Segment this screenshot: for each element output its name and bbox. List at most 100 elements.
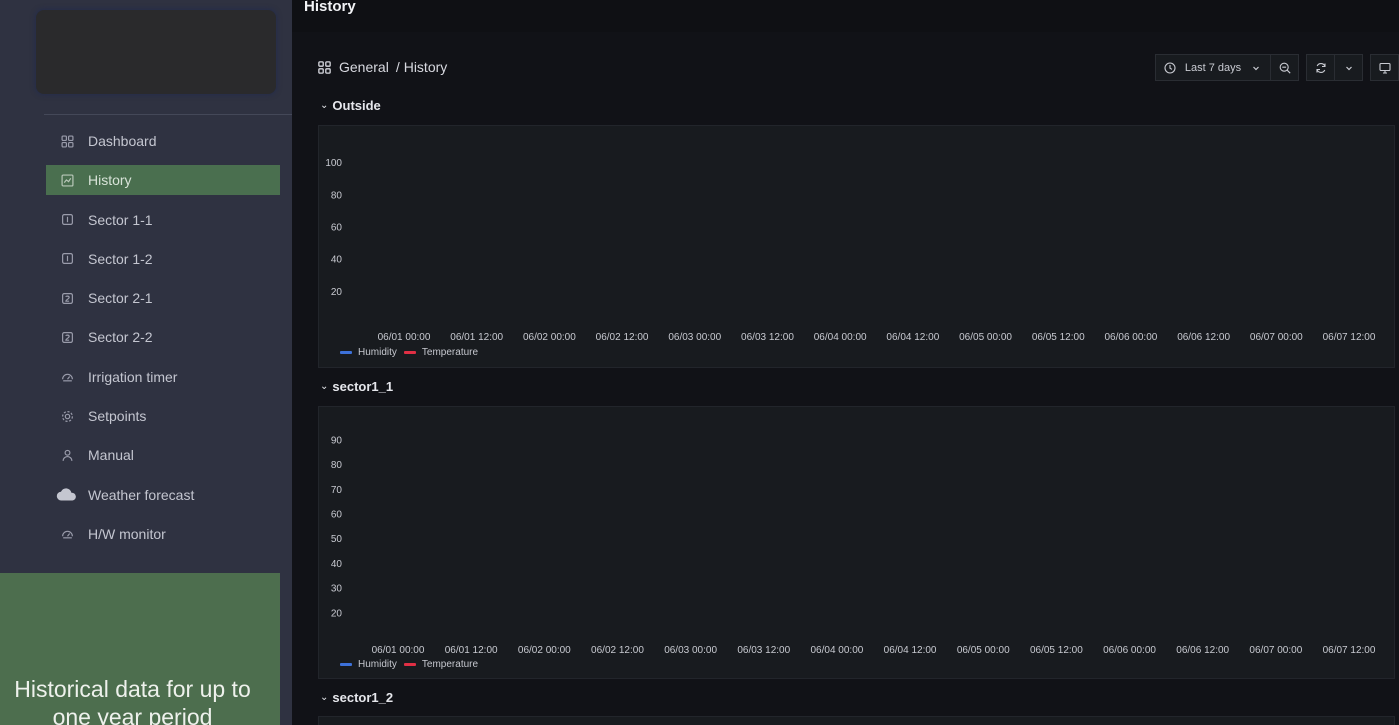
sidebar-divider xyxy=(44,114,292,115)
grid-icon xyxy=(46,134,88,148)
user-icon xyxy=(46,449,88,462)
x-tick-label: 06/06 12:00 xyxy=(1176,645,1229,656)
chevron-down-icon: ⌄ xyxy=(320,100,329,111)
refresh-button[interactable] xyxy=(1306,54,1335,81)
row-title: Outside xyxy=(332,98,381,113)
chevron-down-icon xyxy=(1345,66,1352,70)
x-tick-label: 06/07 12:00 xyxy=(1323,332,1376,343)
chart-legend: Humidity Temperature xyxy=(340,659,485,670)
x-tick-label: 06/07 00:00 xyxy=(1249,645,1302,656)
row-header-sector1-2[interactable]: ⌄ sector1_2 xyxy=(320,690,393,705)
x-tick-label: 06/05 00:00 xyxy=(959,332,1012,343)
legend-label: Temperature xyxy=(421,347,479,358)
tv-mode-button[interactable] xyxy=(1370,54,1399,81)
y-tick-label: 100 xyxy=(325,158,342,169)
row-header-sector1-1[interactable]: ⌄ sector1_1 xyxy=(320,379,393,394)
refresh-icon xyxy=(1315,62,1326,73)
legend-item-humidity[interactable]: Humidity xyxy=(340,347,397,358)
y-tick-label: 90 xyxy=(331,435,343,446)
sidebar-item-label: Setpoints xyxy=(88,408,147,425)
sidebar-item-irrigation-timer[interactable]: Irrigation timer xyxy=(46,362,280,392)
zoom-out-button[interactable] xyxy=(1270,54,1299,81)
gauge-icon xyxy=(46,370,88,383)
x-tick-label: 06/01 00:00 xyxy=(378,332,431,343)
legend-label: Humidity xyxy=(358,659,397,670)
page-title: History xyxy=(304,0,356,15)
main-area: History General / History Last 7 days ⌄ … xyxy=(292,0,1399,725)
sidebar-nav: Dashboard History Sector 1-1 Sector 1-2 Sect… xyxy=(46,126,280,558)
time-range-label: Last 7 days xyxy=(1184,61,1242,74)
x-tick-label: 06/02 12:00 xyxy=(591,645,644,656)
breadcrumb-separator: / xyxy=(395,59,400,75)
x-tick-label: 06/06 12:00 xyxy=(1177,332,1230,343)
sidebar-item-label: Sector 1-2 xyxy=(88,250,153,267)
sidebar: Dashboard History Sector 1-1 Sector 1-2 Sect… xyxy=(0,0,292,725)
sidebar-item-sector-2-1[interactable]: Sector 2-1 xyxy=(46,283,280,313)
sector-1-icon xyxy=(46,252,88,265)
row-title: sector1_2 xyxy=(332,690,394,705)
x-tick-label: 06/03 00:00 xyxy=(664,645,717,656)
chart-panel-outside[interactable]: 20 40 60 80 100 06/01 00:00 06/01 12:00 06/02 0… xyxy=(318,125,1395,368)
x-tick-label: 06/05 12:00 xyxy=(1032,332,1085,343)
promo-line-2: one year period xyxy=(52,704,213,725)
top-bar: History xyxy=(292,0,1399,32)
sidebar-item-label: H/W monitor xyxy=(88,525,166,542)
sidebar-item-label: Sector 2-2 xyxy=(88,329,153,346)
x-tick-label: 06/03 12:00 xyxy=(737,645,790,656)
line-chart: 20 30 40 50 60 70 80 90 06/01 00:00 06/01 12:00 06… xyxy=(331,435,1376,656)
sidebar-item-setpoints[interactable]: Setpoints xyxy=(46,401,280,431)
chart-panel-sector1-1[interactable]: 20 30 40 50 60 70 80 90 06/01 00:00 06/01 12:00 06… xyxy=(318,406,1395,679)
promo-text: Historical data for up to one year perio… xyxy=(0,675,265,725)
sector-2-icon xyxy=(46,331,88,344)
x-tick-label: 06/04 00:00 xyxy=(811,645,864,656)
sidebar-item-weather-forecast[interactable]: Weather forecast xyxy=(46,480,280,510)
breadcrumb-folder[interactable]: General xyxy=(339,59,389,75)
promo-banner: Historical data for up to one year perio… xyxy=(0,573,280,725)
chart-icon xyxy=(46,174,88,187)
legend-item-temperature[interactable]: Temperature xyxy=(403,347,479,358)
chart-panel-sector1-2[interactable] xyxy=(318,716,1395,725)
sidebar-item-h-w-monitor[interactable]: H/W monitor xyxy=(46,519,280,549)
legend-label: Temperature xyxy=(421,659,479,670)
zoom-out-icon xyxy=(1279,62,1291,74)
time-range-picker[interactable]: Last 7 days xyxy=(1155,54,1271,81)
x-tick-label: 06/03 00:00 xyxy=(668,332,721,343)
x-tick-label: 06/04 12:00 xyxy=(886,332,939,343)
x-tick-label: 06/06 00:00 xyxy=(1103,645,1156,656)
promo-line-1: Historical data for up to xyxy=(14,676,251,702)
sidebar-item-label: Sector 1-1 xyxy=(88,211,153,228)
sidebar-item-sector-2-2[interactable]: Sector 2-2 xyxy=(46,322,280,352)
legend-item-temperature[interactable]: Temperature xyxy=(403,659,479,670)
x-tick-label: 06/04 12:00 xyxy=(884,645,937,656)
sidebar-item-label: History xyxy=(88,172,132,189)
x-tick-label: 06/02 00:00 xyxy=(518,645,571,656)
sidebar-item-dashboard[interactable]: Dashboard xyxy=(46,126,280,156)
row-header-outside[interactable]: ⌄ Outside xyxy=(320,98,381,113)
x-tick-label: 06/04 00:00 xyxy=(814,332,867,343)
x-tick-label: 06/02 12:00 xyxy=(596,332,649,343)
x-tick-label: 06/01 12:00 xyxy=(450,332,503,343)
chevron-down-icon xyxy=(1253,66,1259,70)
refresh-interval-dropdown[interactable] xyxy=(1334,54,1363,81)
sidebar-item-label: Sector 2-1 xyxy=(88,290,153,307)
sidebar-item-manual[interactable]: Manual xyxy=(46,440,280,470)
y-tick-label: 80 xyxy=(331,190,343,201)
chevron-down-icon: ⌄ xyxy=(320,381,329,392)
gear-icon xyxy=(46,410,88,423)
y-tick-label: 40 xyxy=(331,559,343,570)
dashboard-toolbar: Last 7 days xyxy=(1155,54,1399,81)
sidebar-item-label: Irrigation timer xyxy=(88,368,178,385)
sidebar-item-sector-1-1[interactable]: Sector 1-1 xyxy=(46,205,280,235)
y-tick-label: 60 xyxy=(331,509,343,520)
sidebar-item-history[interactable]: History xyxy=(46,165,280,196)
dashboards-grid-icon xyxy=(318,60,331,74)
sidebar-item-sector-1-2[interactable]: Sector 1-2 xyxy=(46,244,280,274)
breadcrumb-page: History xyxy=(403,59,448,75)
y-tick-label: 20 xyxy=(331,287,343,298)
legend-item-humidity[interactable]: Humidity xyxy=(340,659,397,670)
line-chart: 20 40 60 80 100 06/01 00:00 06/01 12:00 06/02 0… xyxy=(325,158,1376,343)
y-tick-label: 80 xyxy=(331,460,343,471)
y-tick-label: 50 xyxy=(331,534,343,545)
sidebar-item-label: Manual xyxy=(88,447,134,464)
x-tick-label: 06/03 12:00 xyxy=(741,332,794,343)
